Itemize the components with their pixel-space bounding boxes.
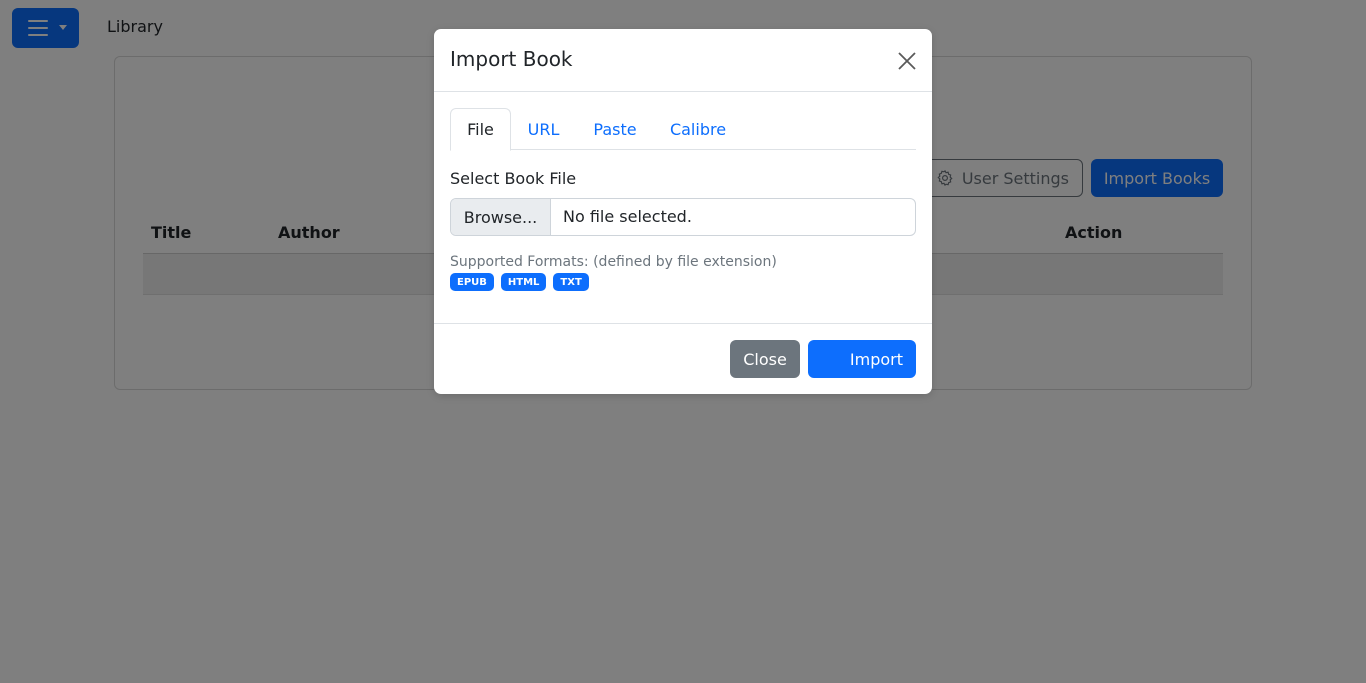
supported-formats-text: Supported Formats: (defined by file exte… (450, 254, 777, 270)
format-badge-epub: EPUB (450, 273, 494, 291)
close-icon[interactable] (897, 51, 917, 71)
import-tabs: File URL Paste Calibre (450, 108, 916, 151)
import-book-modal: Import Book File URL Paste Calibre Selec… (434, 29, 932, 394)
file-status-text: No file selected. (563, 207, 692, 226)
tab-calibre[interactable]: Calibre (656, 108, 740, 150)
modal-header: Import Book (434, 29, 932, 92)
modal-footer: Close Import (434, 323, 932, 394)
format-badges: EPUB HTML TXT (450, 273, 589, 291)
tab-url[interactable]: URL (513, 108, 574, 150)
close-button[interactable]: Close (730, 340, 800, 378)
modal-title: Import Book (450, 47, 573, 71)
import-button[interactable]: Import (808, 340, 916, 378)
select-file-label: Select Book File (450, 169, 577, 188)
format-badge-txt: TXT (553, 273, 589, 291)
tab-paste[interactable]: Paste (580, 108, 650, 150)
format-badge-html: HTML (500, 273, 547, 291)
tab-file[interactable]: File (450, 108, 511, 151)
book-file-input[interactable]: Browse... No file selected. (450, 198, 916, 236)
browse-button[interactable]: Browse... (451, 199, 551, 235)
